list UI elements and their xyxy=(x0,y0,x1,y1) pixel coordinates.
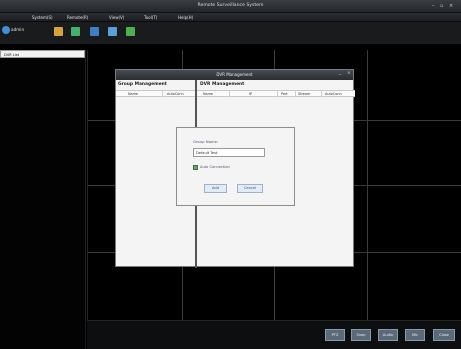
close-video-button[interactable]: Close xyxy=(433,329,455,341)
auto-connection-checkbox[interactable] xyxy=(193,165,198,170)
group-table-header: Name AutoConn xyxy=(116,90,195,97)
menu-bar: System(S) Remote(R) View(V) Tool(T) Help… xyxy=(0,13,461,22)
title-bar: Remote Surveillance System – ▫ × xyxy=(0,0,461,13)
column-separator xyxy=(277,90,278,97)
menu-view[interactable]: View(V) xyxy=(109,15,124,20)
dvr-col-name[interactable]: Name xyxy=(203,92,213,96)
add-group-dialog: Group Name: Default Test Auto Connection… xyxy=(176,127,295,206)
alarm-icon[interactable] xyxy=(126,27,135,36)
group-col-autoconn[interactable]: AutoConn xyxy=(167,92,184,96)
toolbar: admin xyxy=(0,22,461,44)
add-button[interactable]: Add xyxy=(204,184,227,193)
close-icon[interactable]: × xyxy=(449,3,453,9)
dialog-title: DVR Management xyxy=(116,70,353,80)
mic-button[interactable]: Mic xyxy=(405,329,425,341)
minimize-icon[interactable]: – xyxy=(432,3,435,9)
dialog-minimize-icon[interactable]: _ xyxy=(339,71,341,76)
group-name-label: Group Name: xyxy=(193,139,219,144)
dialog-close-icon[interactable]: × xyxy=(347,71,351,76)
log-icon[interactable] xyxy=(90,27,99,36)
status-bar: PTZ Snap Audio Mic Close xyxy=(87,320,461,349)
group-name-input[interactable]: Default Test xyxy=(193,148,265,157)
menu-system[interactable]: System(S) xyxy=(32,15,53,20)
menu-tool[interactable]: Tool(T) xyxy=(144,15,157,20)
record-icon[interactable] xyxy=(71,27,80,36)
audio-button[interactable]: Audio xyxy=(378,329,398,341)
user-icon[interactable] xyxy=(2,26,10,34)
auto-connection-label: Auto Connection xyxy=(200,165,230,169)
group-col-name[interactable]: Name xyxy=(128,92,138,96)
menu-remote[interactable]: Remote(R) xyxy=(67,15,88,20)
current-user: admin xyxy=(11,27,25,32)
ptz-button[interactable]: PTZ xyxy=(325,329,345,341)
dvr-table-header: Name IP Port Stream AutoConn xyxy=(197,90,355,97)
dvr-list-panel: DVR List xyxy=(0,50,86,349)
menu-help[interactable]: Help(H) xyxy=(178,15,193,20)
snap-button[interactable]: Snap xyxy=(351,329,371,341)
column-separator xyxy=(321,90,322,97)
config-icon[interactable] xyxy=(108,27,117,36)
dvr-col-stream[interactable]: Stream xyxy=(298,92,310,96)
cancel-button[interactable]: Cancel xyxy=(237,184,263,193)
column-separator xyxy=(162,90,163,97)
grid-line xyxy=(367,50,368,320)
dvr-col-ip[interactable]: IP xyxy=(249,92,252,96)
device-manage-icon[interactable] xyxy=(54,27,63,36)
group-management-title: Group Management xyxy=(118,82,167,87)
column-separator xyxy=(295,90,296,97)
window-title: Remote Surveillance System xyxy=(197,3,264,8)
dvr-col-autoconn[interactable]: AutoConn xyxy=(325,92,342,96)
dvr-col-port[interactable]: Port xyxy=(281,92,288,96)
dvr-management-title: DVR Management xyxy=(200,82,245,87)
maximize-icon[interactable]: ▫ xyxy=(440,3,443,9)
dvr-list-header[interactable]: DVR List xyxy=(0,50,85,58)
column-separator xyxy=(229,90,230,97)
